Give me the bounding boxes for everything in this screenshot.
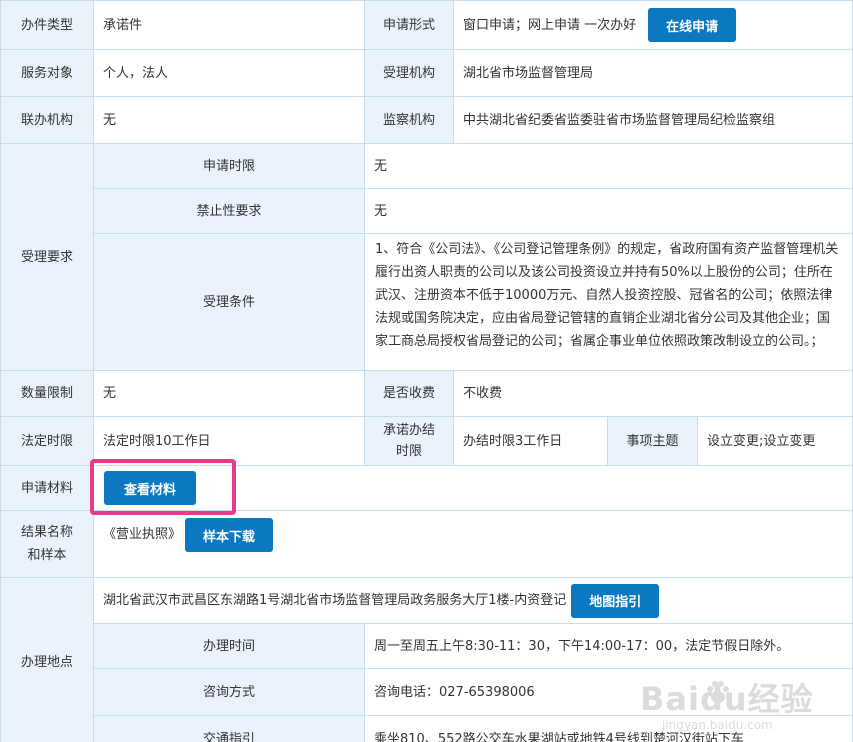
legal-label: 法定时限: [0, 416, 94, 466]
joint-value: 无: [93, 96, 365, 144]
fee-label: 是否收费: [364, 370, 454, 417]
deadline-value: 无: [364, 143, 853, 189]
cond-value: 1、符合《公司法》、《公司登记管理条例》的规定，省政府国有资产监督管理机关履行出…: [364, 233, 853, 371]
form-value: 窗口申请；网上申请 一次办好: [463, 17, 637, 33]
consult-value: 咨询电话：027-65398006: [364, 668, 853, 716]
supervise-value: 中共湖北省纪委省监委驻省市场监督管理局纪检监察组: [453, 96, 853, 144]
agency-value: 湖北省市场监督管理局: [453, 49, 853, 97]
traffic-value: 乘坐810、552路公交车水果湖站或地铁4号线到楚河汉街站下车: [364, 715, 853, 742]
agency-label: 受理机构: [364, 49, 454, 97]
prohibit-value: 无: [364, 188, 853, 234]
form-cell: 窗口申请；网上申请 一次办好 在线申请: [453, 0, 853, 50]
type-value: 承诺件: [93, 0, 365, 50]
accept-label: 受理要求: [0, 143, 94, 371]
location-label: 办理地点: [0, 577, 94, 742]
qty-label: 数量限制: [0, 370, 94, 417]
online-apply-button[interactable]: 在线申请: [648, 8, 737, 42]
form-label: 申请形式: [364, 0, 454, 50]
traffic-label: 交通指引: [93, 715, 365, 742]
promise-value: 办结时限3工作日: [453, 416, 608, 466]
target-value: 个人，法人: [93, 49, 365, 97]
fee-value: 不收费: [453, 370, 853, 417]
address-value: 湖北省武汉市武昌区东湖路1号湖北省市场监督管理局政务服务大厅1楼-内资登记: [103, 593, 567, 608]
qty-value: 无: [93, 370, 365, 417]
map-guide-button[interactable]: 地图指引: [571, 583, 660, 618]
prohibit-label: 禁止性要求: [93, 188, 365, 234]
highlight-box: [90, 459, 236, 515]
topic-value: 设立变更;设立变更: [697, 416, 853, 466]
hours-value: 周一至周五上午8:30-11：30，下午14:00-17：00，法定节假日除外。: [364, 623, 853, 669]
sample-download-button[interactable]: 样本下载: [185, 518, 274, 552]
joint-label: 联办机构: [0, 96, 94, 144]
hours-label: 办理时间: [93, 623, 365, 669]
supervise-label: 监察机构: [364, 96, 454, 144]
topic-label: 事项主题: [607, 416, 698, 466]
target-label: 服务对象: [0, 49, 94, 97]
consult-label: 咨询方式: [93, 668, 365, 716]
result-value: 《营业执照》: [103, 527, 182, 542]
result-cell: 《营业执照》 样本下载: [93, 510, 853, 578]
cond-label: 受理条件: [93, 233, 365, 371]
result-label: 结果名称和样本: [0, 510, 94, 578]
promise-label: 承诺办结时限: [364, 416, 454, 466]
deadline-label: 申请时限: [93, 143, 365, 189]
address-cell: 湖北省武汉市武昌区东湖路1号湖北省市场监督管理局政务服务大厅1楼-内资登记 地图…: [93, 577, 853, 624]
material-label: 申请材料: [0, 465, 94, 511]
service-info-table: 办件类型 承诺件 申请形式 窗口申请；网上申请 一次办好 在线申请 服务对象 个…: [0, 0, 853, 742]
type-label: 办件类型: [0, 0, 94, 50]
